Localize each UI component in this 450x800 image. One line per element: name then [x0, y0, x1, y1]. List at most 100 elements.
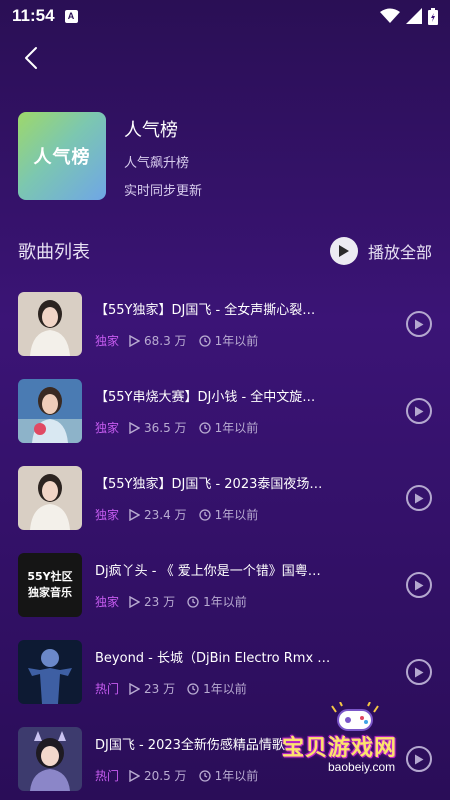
- song-list-header: 歌曲列表 播放全部: [18, 236, 432, 266]
- song-info: Dj疯丫头 - 《 爱上你是一个错》国粤… 独家 23 万 1年以前: [95, 560, 333, 610]
- song-title: 【55Y独家】DJ国飞 - 全女声撕心裂…: [95, 303, 316, 318]
- song-cover: [18, 379, 82, 443]
- song-tag: 热门: [95, 682, 120, 696]
- play-count: 68.3 万: [129, 332, 187, 349]
- play-count-value: 23 万: [144, 595, 176, 609]
- play-icon: [415, 667, 424, 677]
- upload-time: 1年以前: [187, 593, 247, 610]
- play-count-icon: [129, 595, 141, 608]
- song-title: 【55Y串烧大赛】DJ小钱 - 全中文旋…: [95, 390, 316, 405]
- song-tag: 独家: [95, 595, 120, 609]
- song-info: Beyond - 长城（DjBin Electro Rmx … 热门 23 万 …: [95, 647, 333, 697]
- play-count: 20.5 万: [129, 767, 187, 784]
- play-count-value: 20.5 万: [144, 769, 187, 783]
- song-cover: 55Y社区 独家音乐: [18, 553, 82, 617]
- play-count-value: 36.5 万: [144, 421, 187, 435]
- song-cover: [18, 292, 82, 356]
- upload-time: 1年以前: [198, 419, 259, 436]
- play-icon: [415, 493, 424, 503]
- song-play-button[interactable]: [406, 572, 432, 598]
- play-count: 23 万: [129, 593, 175, 610]
- song-cover: [18, 640, 82, 704]
- play-icon: [415, 319, 424, 329]
- song-tag: 热门: [95, 769, 120, 783]
- song-title: 【55Y独家】DJ国飞 - 2023泰国夜场…: [95, 477, 323, 492]
- watermark-url: baobeiy.com: [328, 760, 396, 774]
- song-tag: 独家: [95, 508, 120, 522]
- song-title: Beyond - 长城（DjBin Electro Rmx …: [95, 651, 331, 666]
- song-list-title: 歌曲列表: [18, 242, 90, 263]
- play-icon: [415, 406, 424, 416]
- upload-time-value: 1年以前: [214, 334, 259, 348]
- play-all-label: 播放全部: [367, 243, 432, 262]
- play-icon: [415, 580, 424, 590]
- song-tag: 独家: [95, 421, 120, 435]
- upload-time-value: 1年以前: [214, 508, 259, 522]
- play-count-icon: [129, 769, 141, 782]
- play-count-value: 23 万: [144, 682, 176, 696]
- song-cover: [18, 727, 82, 791]
- clock-icon: [187, 682, 199, 695]
- upload-time: 1年以前: [198, 767, 258, 784]
- song-title: Dj疯丫头 - 《 爱上你是一个错》国粤…: [95, 564, 321, 579]
- cover-line2: 独家音乐: [28, 586, 72, 599]
- clock-icon: [187, 595, 199, 608]
- watermark-text: 宝贝游戏网: [282, 736, 398, 761]
- song-meta: 热门 23 万 1年以前: [95, 680, 333, 697]
- chart-subtitle: 人气飙升榜: [124, 156, 190, 171]
- song-meta: 独家 23 万 1年以前: [95, 593, 333, 610]
- upload-time-value: 1年以前: [203, 682, 247, 696]
- song-meta: 独家 68.3 万 1年以前: [95, 332, 333, 349]
- song-play-button[interactable]: [406, 659, 432, 685]
- status-icons: [380, 7, 438, 25]
- play-all-button[interactable]: 播放全部: [329, 237, 432, 265]
- upload-time-value: 1年以前: [214, 421, 259, 435]
- play-icon: [329, 237, 358, 265]
- song-row[interactable]: 【55Y独家】DJ国飞 - 2023泰国夜场… 独家 23.4 万 1年以前: [18, 466, 436, 530]
- play-count-icon: [129, 682, 141, 695]
- song-info: 【55Y独家】DJ国飞 - 2023泰国夜场… 独家 23.4 万 1年以前: [95, 473, 333, 523]
- song-row[interactable]: 【55Y串烧大赛】DJ小钱 - 全中文旋… 独家 36.5 万 1年以前: [18, 379, 436, 443]
- back-button[interactable]: [18, 44, 46, 72]
- play-count-value: 23.4 万: [144, 508, 187, 522]
- clock-icon: [198, 508, 211, 521]
- watermark: 宝贝游戏网 baobeiy.com: [282, 702, 442, 782]
- song-play-button[interactable]: [406, 398, 432, 424]
- song-row[interactable]: 【55Y独家】DJ国飞 - 全女声撕心裂… 独家 68.3 万 1年以前: [18, 292, 436, 356]
- play-count-value: 68.3 万: [144, 334, 187, 348]
- clock-icon: [198, 769, 211, 782]
- battery-icon: [428, 7, 438, 25]
- song-row[interactable]: 55Y社区 独家音乐 Dj疯丫头 - 《 爱上你是一个错》国粤… 独家 23 万…: [18, 553, 436, 617]
- upload-time: 1年以前: [198, 332, 259, 349]
- chart-header: 人气榜 人气榜 人气飙升榜 实时同步更新: [18, 112, 202, 200]
- back-arrow-icon: [25, 47, 37, 69]
- chart-title: 人气榜: [124, 120, 178, 141]
- song-tag: 独家: [95, 334, 120, 348]
- chart-cover: 人气榜: [18, 112, 106, 200]
- upload-time: 1年以前: [198, 506, 259, 523]
- song-meta: 独家 36.5 万 1年以前: [95, 419, 333, 436]
- clock-icon: [198, 334, 211, 347]
- song-play-button[interactable]: [406, 485, 432, 511]
- cover-text: 人气榜: [33, 147, 91, 168]
- status-time: 11:54: [12, 6, 55, 25]
- signal-icon: [406, 8, 422, 24]
- wifi-icon: [380, 8, 400, 23]
- song-meta: 独家 23.4 万 1年以前: [95, 506, 333, 523]
- song-row[interactable]: Beyond - 长城（DjBin Electro Rmx … 热门 23 万 …: [18, 640, 436, 704]
- notification-a-icon: A: [64, 9, 78, 23]
- play-count: 23.4 万: [129, 506, 187, 523]
- song-info: 【55Y串烧大赛】DJ小钱 - 全中文旋… 独家 36.5 万 1年以前: [95, 386, 333, 436]
- cover-line1: 55Y社区: [27, 570, 73, 583]
- chart-update-note: 实时同步更新: [124, 184, 203, 199]
- clock-icon: [198, 421, 211, 434]
- song-play-button[interactable]: [406, 311, 432, 337]
- upload-time-value: 1年以前: [203, 595, 247, 609]
- play-count-icon: [129, 421, 141, 434]
- play-count-icon: [129, 334, 141, 347]
- song-cover: [18, 466, 82, 530]
- upload-time: 1年以前: [187, 680, 247, 697]
- play-count: 23 万: [129, 680, 175, 697]
- play-count-icon: [129, 508, 141, 521]
- play-count: 36.5 万: [129, 419, 187, 436]
